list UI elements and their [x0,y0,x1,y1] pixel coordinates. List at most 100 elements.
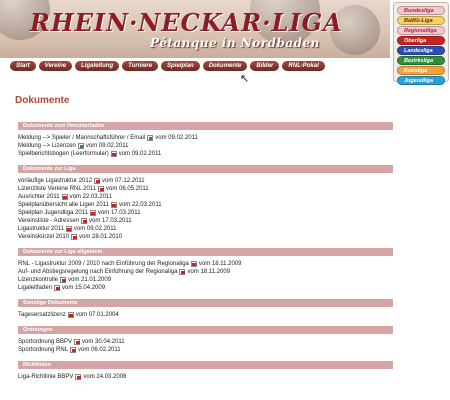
pdf-file-icon[interactable] [110,151,117,157]
league-button-bundesliga[interactable]: Bundesliga [397,6,445,15]
document-row: Lizenzkontrolle vom 21.01.2009 [18,276,393,284]
document-label: Lizenzliste Vereine RNL 2011 [18,186,97,192]
nav-tab-vereine[interactable]: Vereine [38,61,73,71]
document-date: vom 09.02.2011 [155,135,198,141]
section: Ordnungen Sportordnung BBPV vom 30.04.2011… [18,326,393,354]
document-date: vom 06.02.2011 [78,347,121,353]
league-button-baw-liga[interactable]: BaWü-Liga [397,16,445,25]
document-sections: Dokumente zum Herunterladen Meldung --> S… [15,122,445,381]
nav-tab-rnl-pokal[interactable]: RNL-Pokal [282,61,325,71]
section: Sonstige Dokumente Tagesersatzlizenz vom 0… [18,299,393,319]
document-label: Sportordnung RNL [18,347,69,353]
main-content: Dokumente Dokumente zum Herunterladen Mel… [15,95,445,388]
section-header: Dokumente zum Herunterladen [18,122,393,130]
document-date: vom 15.04.2009 [62,285,106,291]
document-date: vom 21.01.2009 [68,277,112,283]
nav-tab-start[interactable]: Start [10,61,36,71]
pdf-file-icon[interactable] [110,202,117,208]
document-date: vom 17.03.2011 [89,218,132,224]
pdf-file-icon[interactable] [65,226,72,232]
document-row: Spielberichtsbogen (Leerformular) vom 09.… [18,150,393,158]
document-label: Spielplanübersicht alle Ligen 2011 [18,202,109,208]
league-button-jugendliga[interactable]: Jugendliga [397,76,445,85]
document-date: vom 24.03.2008 [83,374,127,380]
nav-tab-ligaleitung[interactable]: Ligaleitung [75,61,120,71]
document-date: vom 22.03.2011 [69,194,113,200]
nav-tab-spielplan[interactable]: Spielplan [161,61,200,71]
document-row: Meldung --> Lizenzen vom 09.02.2011 [18,142,393,150]
document-date: vom 09.02.2011 [118,151,162,157]
pdf-file-icon[interactable] [179,269,186,275]
document-list: Tagesersatzlizenz vom 07.01.2004 [18,307,393,319]
site-title[interactable]: RHEIN·NECKAR·LIGA [30,8,343,37]
document-label: Ligaleitfaden [18,285,53,291]
pdf-file-icon[interactable] [81,218,88,224]
pdf-file-icon[interactable] [71,234,78,240]
document-label: RNL - Ligastruktur 2009 / 2010 nach Einf… [18,261,189,267]
document-row: Auf- und Abstiegsregelung nach Einführun… [18,268,393,276]
excel-file-icon[interactable] [77,143,84,149]
main-nav: Start Vereine Ligaleitung Turniere Spielplan… [10,61,325,71]
pdf-file-icon[interactable] [60,277,67,283]
pdf-file-icon[interactable] [94,178,101,184]
section-header: Dokumente zur Liga [18,165,393,173]
document-date: vom 22.03.2011 [118,202,162,208]
pdf-file-icon[interactable] [70,347,77,353]
document-row: Ligaleitfaden vom 15.04.2009 [18,284,393,292]
document-list: vorläufige Ligastruktur 2012 vom 07.12.20… [18,173,393,241]
document-row: Sportordnung RNL vom 06.02.2011 [18,346,393,354]
pdf-file-icon[interactable] [98,186,105,192]
document-row: Lizenzliste Vereine RNL 2011 vom 06.05.20… [18,185,393,193]
document-date: vom 28.01.2010 [79,234,123,240]
pdf-file-icon[interactable] [89,210,96,216]
document-date: vom 18.11.2009 [187,269,231,275]
document-row: Ligastruktur 2011 vom 09.02.2011 [18,225,393,233]
page-title: Dokumente [15,95,70,106]
document-row: RNL - Ligastruktur 2009 / 2010 nach Einf… [18,260,393,268]
document-row: Spielplan Jugendliga 2011 vom 17.03.2011 [18,209,393,217]
document-row: Vereinsliste - Adressen vom 17.03.2011 [18,217,393,225]
pdf-file-icon[interactable] [75,374,82,380]
nav-tab-bilder[interactable]: Bilder [250,61,280,71]
pdf-file-icon[interactable] [67,312,74,318]
document-row: Vereinskürzel 2010 vom 28.01.2010 [18,233,393,241]
document-row: Sportordnung BBPV vom 30.04.2011 [18,338,393,346]
league-button-landesliga[interactable]: Landesliga [397,46,445,55]
document-label: Ligastruktur 2011 [18,226,64,232]
document-label: Liga-Richtlinie BBPV [18,374,74,380]
pdf-file-icon[interactable] [61,194,68,200]
section: Richtlinien Liga-Richtlinie BBPV vom 24.03… [18,361,393,381]
league-button-bezirksliga[interactable]: Bezirksliga [397,56,445,65]
document-date: vom 17.03.2011 [97,210,141,216]
document-date: vom 18.11.2009 [198,261,242,267]
league-button-oberliga[interactable]: Oberliga [397,36,445,45]
section-header: Dokumente zur Liga allgemein [18,248,393,256]
document-row: Spielplanübersicht alle Ligen 2011 vom 22… [18,201,393,209]
document-date: vom 30.04.2011 [82,339,125,345]
document-date: vom 09.02.2011 [85,143,129,149]
document-label: Vereinskürzel 2010 [18,234,70,240]
pdf-file-icon[interactable] [74,339,81,345]
document-label: Lizenzkontrolle [18,277,59,283]
document-list: Liga-Richtlinie BBPV vom 24.03.2008 [18,369,393,381]
document-list: RNL - Ligastruktur 2009 / 2010 nach Einf… [18,256,393,292]
document-label: Spielberichtsbogen (Leerformular) [18,151,109,157]
document-list: Sportordnung BBPV vom 30.04.2011 Sportordn… [18,334,393,354]
league-button-regionalliga[interactable]: Regionalliga [397,26,445,35]
document-row: Meldung --> Spieler / Mannschaftsführer … [18,134,393,142]
document-label: Meldung --> Spieler / Mannschaftsführer … [18,135,146,141]
league-button-kreisliga[interactable]: Kreisliga [397,66,445,75]
document-row: vorläufige Ligastruktur 2012 vom 07.12.20… [18,177,393,185]
document-label: Ausrichter 2011 [18,194,60,200]
nav-tab-turniere[interactable]: Turniere [122,61,159,71]
section: Dokumente zum Herunterladen Meldung --> S… [18,122,393,158]
document-label: Tagesersatzlizenz [18,312,66,318]
pdf-file-icon[interactable] [54,285,61,291]
document-date: vom 07.12.2011 [102,178,145,184]
site-subtitle: Pétanque in Nordbaden [150,36,320,50]
section-header: Ordnungen [18,326,393,334]
document-list: Meldung --> Spieler / Mannschaftsführer … [18,130,393,158]
pdf-file-icon[interactable] [190,261,197,267]
nav-tab-dokumente[interactable]: Dokumente [202,61,248,71]
excel-file-icon[interactable] [147,135,154,141]
